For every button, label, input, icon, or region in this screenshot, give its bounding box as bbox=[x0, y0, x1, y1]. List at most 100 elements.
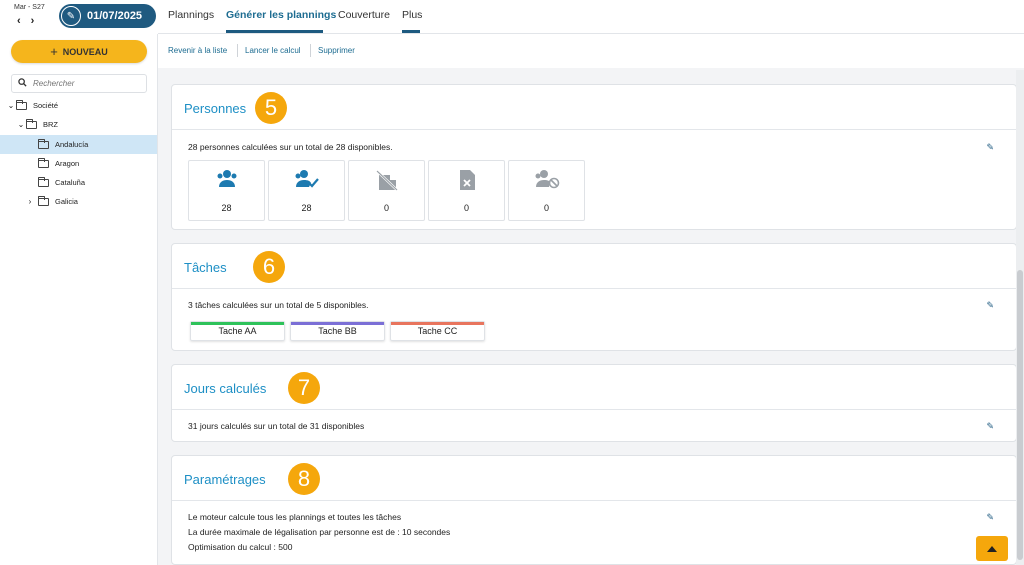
folder-icon bbox=[16, 99, 27, 110]
main-content: Personnes 5 28 personnes calculées sur u… bbox=[158, 68, 1024, 565]
step-badge: 6 bbox=[253, 251, 285, 283]
tree-item-aragon[interactable]: Aragon bbox=[0, 154, 157, 173]
edit-settings-icon[interactable]: ✎ bbox=[986, 512, 994, 523]
tab-plannings[interactable]: Plannings bbox=[168, 9, 214, 21]
prev-period-button[interactable]: ‹ bbox=[17, 15, 31, 27]
settings-line-2: La durée maximale de légalisation par pe… bbox=[188, 527, 451, 537]
card-header: Jours calculés 7 bbox=[172, 365, 1016, 410]
task-color-bar bbox=[191, 322, 284, 325]
settings-title: Paramétrages bbox=[184, 472, 266, 487]
task-chip[interactable]: Tache AA bbox=[190, 321, 285, 341]
tasks-title: Tâches bbox=[184, 260, 227, 275]
pencil-icon: ✎ bbox=[61, 6, 81, 26]
tree-item-societe[interactable]: ⌄ Société bbox=[0, 96, 157, 115]
task-label: Tache AA bbox=[218, 326, 257, 336]
delete-link[interactable]: Supprimer bbox=[318, 46, 355, 55]
tab-couverture[interactable]: Couverture bbox=[338, 9, 390, 21]
next-period-button[interactable]: › bbox=[31, 15, 45, 27]
task-chip[interactable]: Tache CC bbox=[390, 321, 485, 341]
new-button-label: NOUVEAU bbox=[62, 46, 108, 57]
divider bbox=[237, 44, 238, 57]
task-chip[interactable]: Tache BB bbox=[290, 321, 385, 341]
stat-value: 28 bbox=[221, 203, 232, 213]
search-box bbox=[11, 74, 147, 93]
file-cancel-icon bbox=[429, 169, 504, 191]
card-header: Paramétrages 8 bbox=[172, 456, 1016, 501]
settings-line-3: Optimisation du calcul : 500 bbox=[188, 542, 293, 552]
folder-icon bbox=[38, 157, 49, 168]
stat-file-cancel[interactable]: 0 bbox=[428, 160, 505, 221]
date-picker-button[interactable]: ✎ 01/07/2025 bbox=[59, 4, 156, 28]
sidebar: Mar - S27 ‹› ✎ 01/07/2025 + NOUVEAU ⌄ So… bbox=[0, 0, 158, 565]
period-arrows: ‹› bbox=[17, 15, 44, 27]
top-navigation: Plannings Générer les plannings Couvertu… bbox=[158, 0, 1024, 34]
folder-icon bbox=[38, 195, 49, 206]
stat-value: 0 bbox=[383, 203, 389, 213]
stat-validated-persons[interactable]: 28 bbox=[268, 160, 345, 221]
folder-icon bbox=[26, 118, 37, 129]
days-title: Jours calculés bbox=[184, 381, 267, 396]
card-header: Tâches 6 bbox=[172, 244, 1016, 289]
stat-value: 0 bbox=[463, 203, 469, 213]
tree-item-label: Galicia bbox=[55, 197, 78, 206]
days-card: Jours calculés 7 31 jours calculés sur u… bbox=[171, 364, 1017, 442]
week-label: Mar - S27 bbox=[14, 4, 45, 11]
settings-line-1: Le moteur calcule tous les plannings et … bbox=[188, 512, 402, 522]
divider bbox=[310, 44, 311, 57]
tree-item-label: Cataluña bbox=[55, 178, 86, 187]
run-calculation-link[interactable]: Lancer le calcul bbox=[245, 46, 301, 55]
tree-item-label: BRZ bbox=[43, 120, 58, 129]
task-label: Tache BB bbox=[318, 326, 357, 336]
search-icon bbox=[18, 77, 27, 90]
tasks-summary: 3 tâches calculées sur un total de 5 dis… bbox=[188, 300, 369, 310]
people-check-icon bbox=[269, 169, 344, 191]
settings-card: Paramétrages 8 Le moteur calcule tous le… bbox=[171, 455, 1017, 565]
action-bar: Revenir à la liste Lancer le calcul Supp… bbox=[158, 34, 1024, 68]
tree-item-galicia[interactable]: › Galicia bbox=[0, 192, 157, 211]
scrollbar-thumb[interactable] bbox=[1017, 270, 1023, 560]
tree-item-label: Aragon bbox=[55, 159, 80, 168]
tree-item-label: Société bbox=[33, 101, 59, 110]
folder-icon bbox=[38, 138, 49, 149]
edit-days-icon[interactable]: ✎ bbox=[986, 421, 994, 432]
tab-plus[interactable]: Plus bbox=[402, 9, 422, 21]
persons-summary: 28 personnes calculées sur un total de 2… bbox=[188, 142, 393, 152]
chevron-right-icon[interactable]: › bbox=[25, 197, 35, 206]
new-button[interactable]: + NOUVEAU bbox=[11, 40, 147, 63]
edit-persons-icon[interactable]: ✎ bbox=[986, 142, 994, 153]
search-input[interactable] bbox=[33, 79, 133, 88]
scroll-to-top-button[interactable] bbox=[976, 536, 1008, 561]
tasks-card: Tâches 6 3 tâches calculées sur un total… bbox=[171, 243, 1017, 351]
step-badge: 7 bbox=[288, 372, 320, 404]
stat-value: 0 bbox=[543, 203, 549, 213]
tree-item-cataluna[interactable]: Cataluña bbox=[0, 173, 157, 192]
back-to-list-link[interactable]: Revenir à la liste bbox=[168, 46, 227, 55]
task-color-bar bbox=[291, 322, 384, 325]
plus-icon: + bbox=[50, 44, 58, 59]
edit-tasks-icon[interactable]: ✎ bbox=[986, 300, 994, 311]
active-tab-indicator bbox=[226, 30, 323, 33]
tree-item-brz[interactable]: ⌄ BRZ bbox=[0, 115, 157, 134]
chevron-down-icon[interactable]: ⌄ bbox=[6, 101, 16, 110]
step-badge: 5 bbox=[255, 92, 287, 124]
task-color-bar bbox=[391, 322, 484, 325]
step-badge: 8 bbox=[288, 463, 320, 495]
stat-building-off[interactable]: 0 bbox=[348, 160, 425, 221]
current-date: 01/07/2025 bbox=[87, 10, 143, 22]
card-header: Personnes 5 bbox=[172, 85, 1016, 130]
persons-card: Personnes 5 28 personnes calculées sur u… bbox=[171, 84, 1017, 230]
days-summary: 31 jours calculés sur un total de 31 dis… bbox=[188, 421, 365, 431]
stat-blocked-persons[interactable]: 0 bbox=[508, 160, 585, 221]
task-label: Tache CC bbox=[417, 326, 458, 336]
tree-item-andalucia[interactable]: Andalucía bbox=[0, 135, 157, 154]
people-blocked-icon bbox=[509, 169, 584, 191]
tree-item-label: Andalucía bbox=[55, 140, 89, 149]
folder-icon bbox=[38, 176, 49, 187]
stat-calculated-persons[interactable]: 28 bbox=[188, 160, 265, 221]
tab-generer-plannings[interactable]: Générer les plannings bbox=[226, 9, 336, 21]
period-selector: Mar - S27 ‹› ✎ 01/07/2025 bbox=[0, 0, 158, 34]
chevron-down-icon[interactable]: ⌄ bbox=[16, 120, 26, 129]
scrollbar[interactable] bbox=[1016, 70, 1024, 565]
people-icon bbox=[189, 169, 264, 191]
plus-tab-indicator bbox=[402, 30, 420, 33]
